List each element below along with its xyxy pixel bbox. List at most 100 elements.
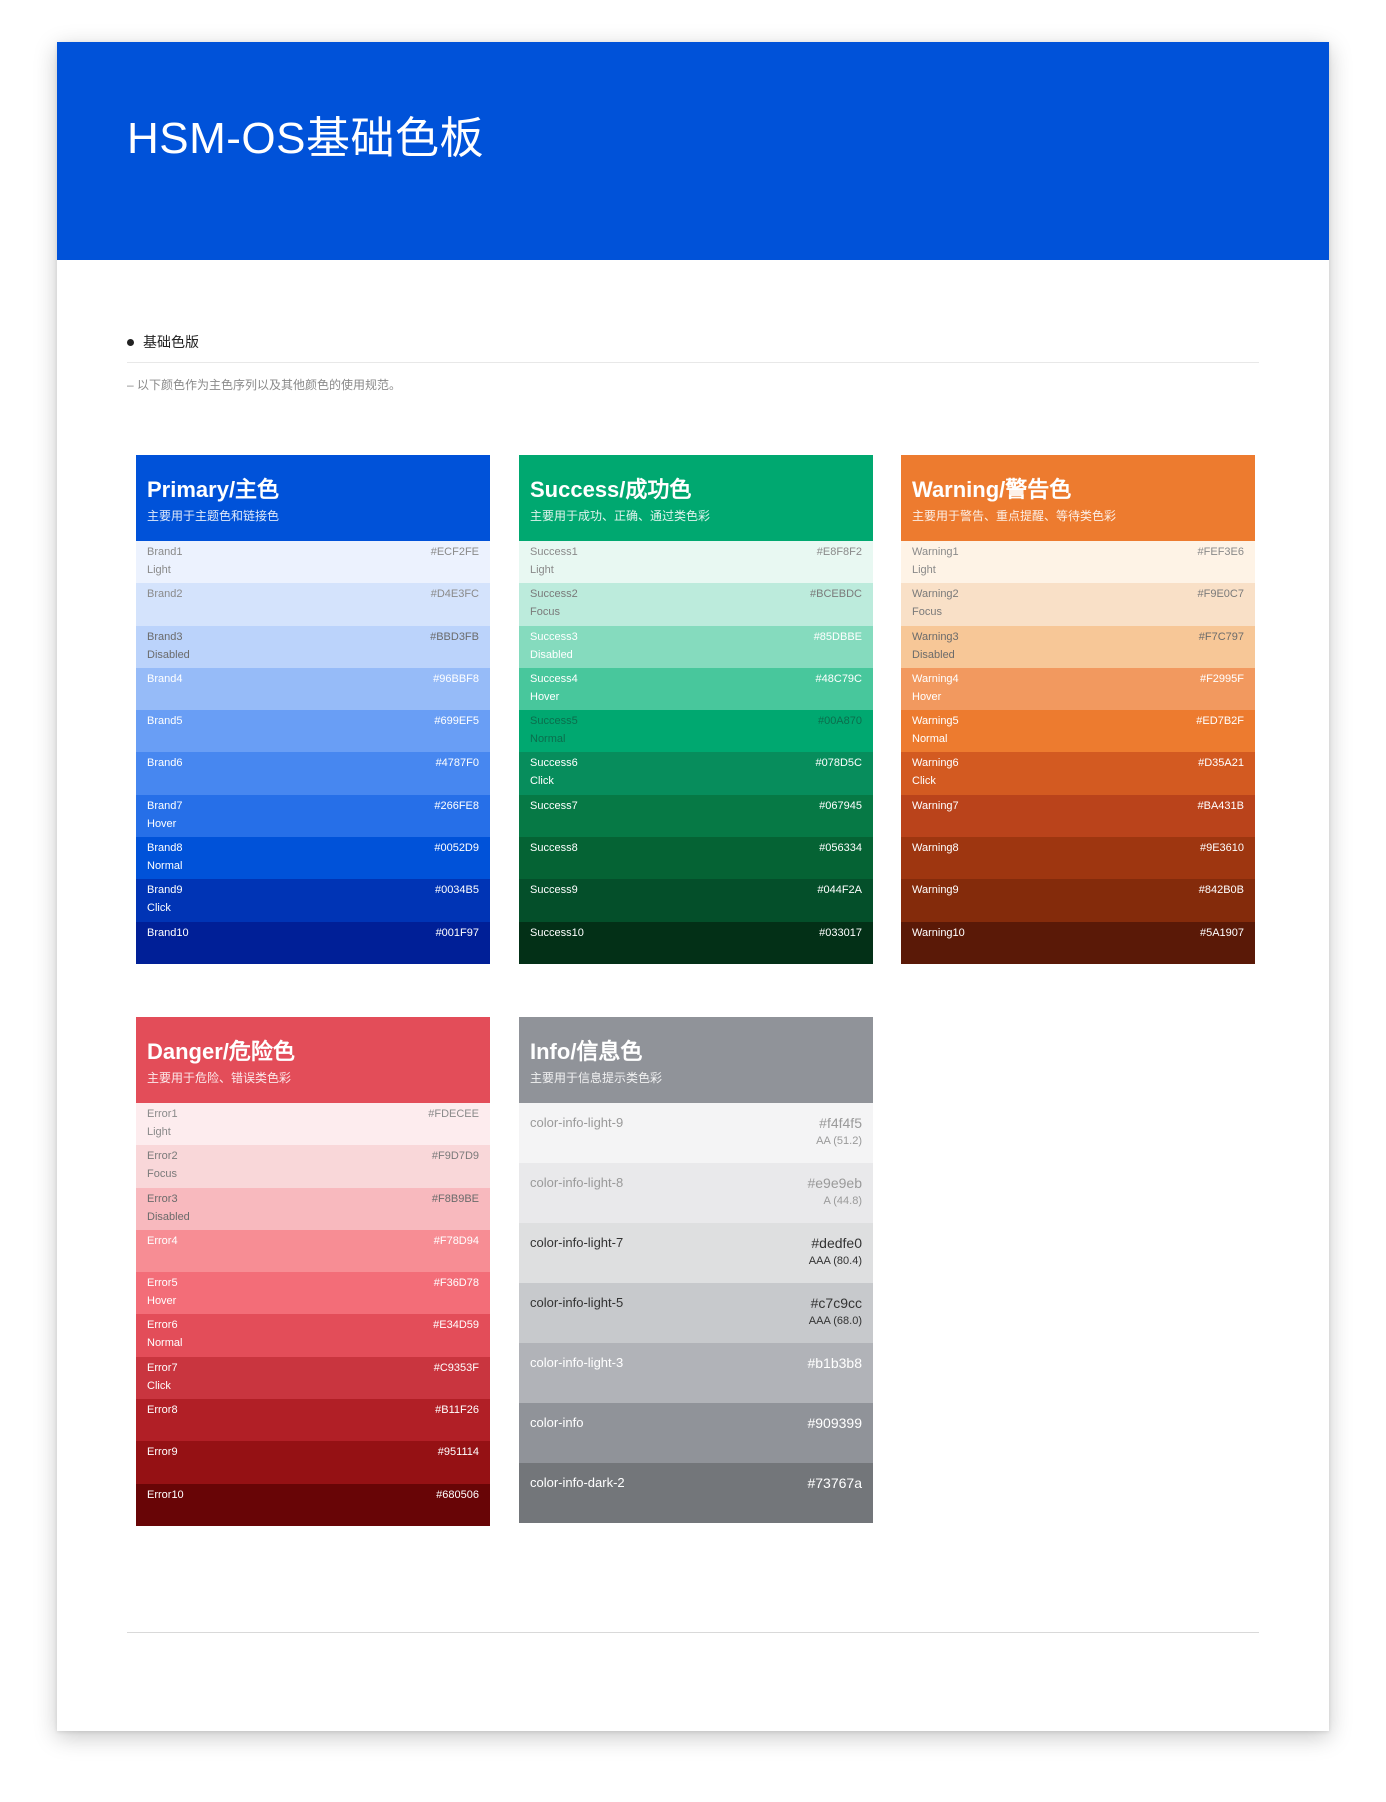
palette-card-header: Success/成功色 主要用于成功、正确、通过类色彩: [519, 455, 873, 541]
palette-subtitle: 主要用于成功、正确、通过类色彩: [530, 509, 711, 523]
swatch-hex: #f4f4f5: [819, 1115, 862, 1131]
swatch-name: Success3: [530, 630, 578, 643]
swatch-row: Success8 #056334: [519, 837, 873, 880]
swatch-hex: #BCEBDC: [810, 588, 862, 601]
swatch-name: Success4: [530, 672, 578, 685]
swatch-hex: #0052D9: [434, 842, 479, 855]
swatch-state: Normal: [147, 1337, 183, 1350]
swatch-name: Warning8: [912, 842, 959, 855]
swatch-state: Light: [530, 564, 554, 576]
swatch-row: Brand3 Disabled #BBD3FB: [136, 625, 490, 668]
swatch-name: color-info: [530, 1415, 584, 1430]
swatch-state: Focus: [147, 1168, 177, 1181]
swatch-row: Success2 Focus #BCEBDC: [519, 583, 873, 626]
info-swatch-row: color-info-light-8 #e9e9eb A (44.8): [519, 1163, 873, 1223]
swatch-hex: #FEF3E6: [1197, 546, 1244, 558]
info-swatch-row: color-info-light-9 #f4f4f5 AA (51.2): [519, 1103, 873, 1163]
swatch-row: Success7 #067945: [519, 794, 873, 838]
swatch-hex: #909399: [807, 1415, 862, 1431]
swatch-row: Brand6 #4787F0: [136, 752, 490, 795]
swatch-row: Error4 #F78D94: [136, 1229, 490, 1273]
swatch-hex: #E34D59: [433, 1319, 479, 1332]
swatch-name: color-info-dark-2: [530, 1475, 625, 1490]
swatch-hex: #B11F26: [435, 1404, 479, 1417]
swatch-name: Success7: [530, 799, 578, 812]
swatch-hex: #056334: [819, 842, 862, 855]
swatch-row: Error9 #951114: [136, 1441, 490, 1484]
swatch-row: Error3 Disabled #F8B9BE: [136, 1187, 490, 1230]
swatch-name: Error6: [147, 1319, 178, 1332]
swatch-hex: #ECF2FE: [430, 546, 479, 558]
swatch-row: Warning5 Normal #ED7B2F: [901, 710, 1255, 753]
swatch-row: Brand7 Hover #266FE8: [136, 794, 490, 838]
swatch-hex: #699EF5: [434, 715, 479, 728]
section-header: 基础色版: [127, 332, 1259, 363]
swatch-row: Warning1 Light #FEF3E6: [901, 541, 1255, 584]
swatch-row: Success3 Disabled #85DBBE: [519, 625, 873, 668]
swatch-hex: #dedfe0: [811, 1235, 862, 1251]
info-swatch-row: color-info #909399: [519, 1403, 873, 1463]
swatch-hex: #85DBBE: [813, 630, 862, 643]
swatch-name: Brand8: [147, 842, 183, 855]
swatch-name: Error4: [147, 1234, 178, 1247]
swatch-row: Error1 Light #FDECEE: [136, 1103, 490, 1146]
swatch-name: Brand10: [147, 926, 189, 939]
swatch-row: Warning2 Focus #F9E0C7: [901, 583, 1255, 626]
contrast-score: AA (51.2): [816, 1135, 862, 1147]
info-swatch-row: color-info-light-3 #b1b3b8: [519, 1343, 873, 1403]
swatch-state: Click: [530, 775, 554, 788]
swatch-name: Error1: [147, 1108, 178, 1120]
swatch-hex: #4787F0: [435, 757, 479, 770]
swatch-state: Disabled: [912, 648, 955, 661]
swatch-hex: #001F97: [435, 926, 479, 939]
swatch-name: Brand3: [147, 630, 183, 643]
palette-subtitle: 主要用于警告、重点提醒、等待类色彩: [912, 509, 1117, 523]
footer-divider: [127, 1632, 1259, 1633]
header-banner: HSM-OS基础色板: [57, 42, 1329, 260]
swatch-name: Success8: [530, 842, 578, 855]
swatch-name: Brand9: [147, 884, 183, 897]
section-title: 基础色版: [143, 334, 199, 350]
swatch-name: Warning7: [912, 799, 959, 812]
swatch-row: Error6 Normal #E34D59: [136, 1314, 490, 1357]
swatch-name: Warning3: [912, 630, 959, 643]
swatch-row: Success5 Normal #00A870: [519, 710, 873, 753]
swatch-state: Hover: [912, 690, 942, 703]
swatch-state: Light: [912, 564, 936, 576]
swatch-hex: #F9D7D9: [431, 1150, 479, 1163]
swatch-hex: #F9E0C7: [1197, 588, 1244, 601]
swatch-hex: #F2995F: [1199, 672, 1244, 685]
swatch-name: Warning10: [912, 926, 965, 939]
swatch-hex: #c7c9cc: [810, 1295, 862, 1311]
palette-subtitle: 主要用于危险、错误类色彩: [147, 1071, 292, 1085]
swatch-name: Error7: [147, 1361, 178, 1374]
swatch-row: Brand8 Normal #0052D9: [136, 837, 490, 880]
swatch-hex: #D35A21: [1198, 757, 1244, 770]
swatch-hex: #F7C797: [1198, 630, 1244, 643]
swatch-hex: #951114: [437, 1446, 479, 1459]
swatch-hex: #73767a: [807, 1475, 862, 1491]
swatch-hex: #5A1907: [1199, 926, 1244, 939]
swatch-row: Warning4 Hover #F2995F: [901, 667, 1255, 711]
swatch-state: Focus: [530, 606, 560, 619]
swatch-hex: #F8B9BE: [431, 1192, 479, 1205]
swatch-name: Success1: [530, 546, 578, 558]
palette-subtitle: 主要用于主题色和链接色: [147, 509, 280, 523]
swatch-name: Success2: [530, 588, 578, 601]
swatch-name: Warning2: [912, 588, 959, 601]
swatch-row: Brand4 #96BBF8: [136, 667, 490, 711]
swatch-row: Success6 Click #078D5C: [519, 752, 873, 795]
swatch-hex: #842B0B: [1198, 884, 1244, 897]
swatch-row: Brand5 #699EF5: [136, 710, 490, 753]
swatch-state: Click: [912, 775, 936, 788]
swatch-state: Normal: [530, 733, 566, 746]
palette-card-success: Success/成功色 主要用于成功、正确、通过类色彩 Success1 Ligh…: [519, 455, 873, 964]
swatch-row: Success4 Hover #48C79C: [519, 667, 873, 711]
contrast-score: A (44.8): [823, 1195, 862, 1207]
swatch-row: Brand9 Click #0034B5: [136, 879, 490, 922]
swatch-name: color-info-light-5: [530, 1295, 624, 1310]
swatch-name: Error10: [147, 1488, 184, 1501]
palette-card-primary: Primary/主色 主要用于主题色和链接色 Brand1 Light #ECF2F…: [136, 455, 490, 964]
swatch-state: Normal: [147, 860, 183, 873]
swatch-state: Light: [147, 564, 171, 576]
